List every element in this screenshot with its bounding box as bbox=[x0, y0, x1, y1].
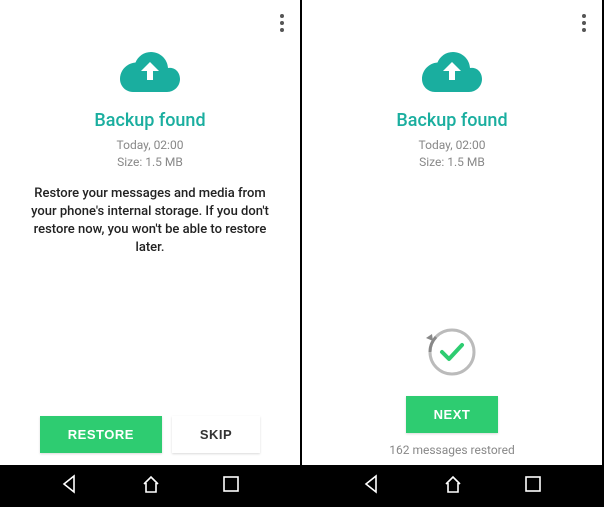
nav-back-button[interactable] bbox=[362, 474, 382, 498]
backup-meta: Today, 02:00 Size: 1.5 MB bbox=[117, 137, 184, 171]
android-navbar bbox=[302, 465, 602, 507]
description: Restore your messages and media from you… bbox=[20, 185, 280, 258]
backup-size: Size: 1.5 MB bbox=[419, 154, 486, 171]
status-text: 162 messages restored bbox=[389, 443, 515, 457]
phone-screen-restore-prompt: Backup found Today, 02:00 Size: 1.5 MB R… bbox=[0, 0, 302, 507]
backup-time: Today, 02:00 bbox=[419, 137, 486, 154]
content-area: Backup found Today, 02:00 Size: 1.5 MB N… bbox=[302, 0, 602, 465]
button-row: RESTORE SKIP bbox=[0, 416, 300, 453]
success-checkmark-icon bbox=[424, 324, 480, 384]
backup-meta: Today, 02:00 Size: 1.5 MB bbox=[419, 137, 486, 171]
nav-back-button[interactable] bbox=[60, 474, 80, 498]
skip-button[interactable]: SKIP bbox=[172, 416, 260, 453]
restore-button[interactable]: RESTORE bbox=[40, 416, 162, 453]
bottom-section: NEXT 162 messages restored bbox=[302, 324, 602, 457]
title: Backup found bbox=[396, 110, 507, 131]
phone-screen-restore-complete: Backup found Today, 02:00 Size: 1.5 MB N… bbox=[302, 0, 604, 507]
nav-home-button[interactable] bbox=[443, 474, 463, 498]
nav-home-button[interactable] bbox=[141, 474, 161, 498]
cloud-upload-icon bbox=[120, 50, 180, 96]
nav-recent-button[interactable] bbox=[222, 475, 240, 497]
overflow-menu-button[interactable] bbox=[276, 10, 288, 36]
android-navbar bbox=[0, 465, 300, 507]
backup-time: Today, 02:00 bbox=[117, 137, 184, 154]
nav-recent-button[interactable] bbox=[524, 475, 542, 497]
title: Backup found bbox=[94, 110, 205, 131]
next-button[interactable]: NEXT bbox=[406, 396, 499, 433]
backup-size: Size: 1.5 MB bbox=[117, 154, 184, 171]
content-area: Backup found Today, 02:00 Size: 1.5 MB R… bbox=[0, 0, 300, 465]
overflow-menu-button[interactable] bbox=[578, 10, 590, 36]
cloud-upload-icon bbox=[422, 50, 482, 96]
